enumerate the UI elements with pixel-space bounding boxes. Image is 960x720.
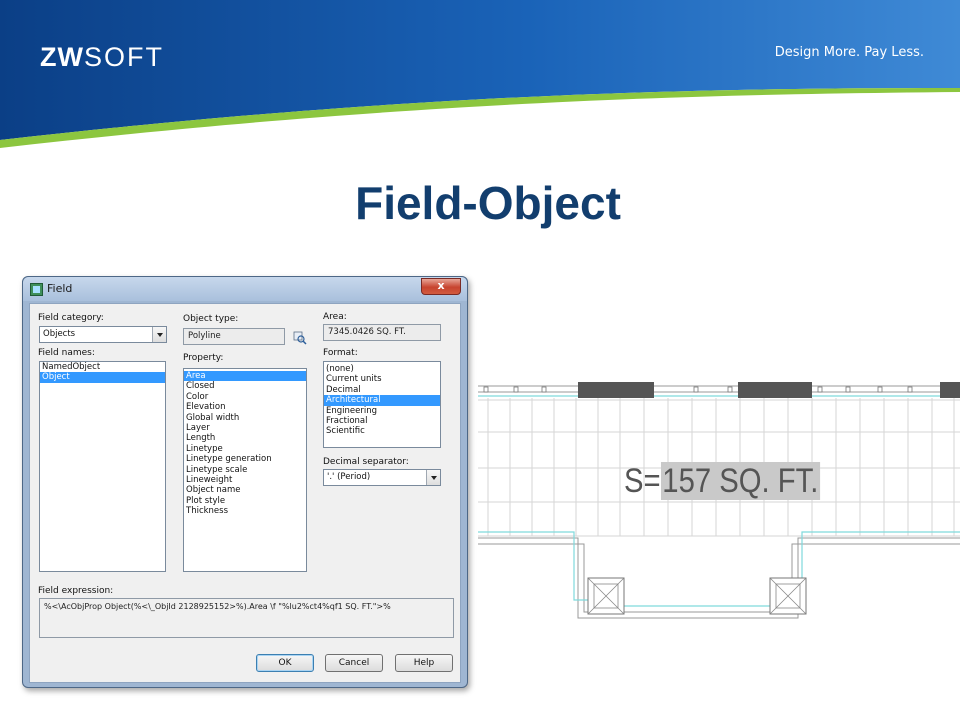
field-category-value: Objects bbox=[43, 329, 76, 339]
header-banner: ZWSOFT Design More. Pay Less. bbox=[0, 0, 960, 150]
decimal-separator-select[interactable]: '.' (Period) bbox=[323, 469, 441, 486]
format-item[interactable]: Current units bbox=[324, 374, 440, 384]
property-item[interactable]: Plot style bbox=[184, 496, 306, 506]
area-field: 7345.0426 SQ. FT. bbox=[323, 324, 441, 341]
cad-drawing: S=157 SQ. FT. bbox=[478, 370, 960, 630]
decimal-separator-value: '.' (Period) bbox=[327, 472, 371, 482]
property-item[interactable]: Length bbox=[184, 433, 306, 443]
object-type-field: Polyline bbox=[183, 328, 285, 345]
chevron-down-icon[interactable] bbox=[426, 470, 440, 485]
decimal-separator-label: Decimal separator: bbox=[323, 457, 409, 467]
property-item[interactable]: Linetype generation bbox=[184, 454, 306, 464]
cancel-button[interactable]: Cancel bbox=[325, 654, 383, 672]
format-list[interactable]: (none) Current units Decimal Architectur… bbox=[323, 361, 441, 448]
dialog-client-area: Field category: Objects Field names: Nam… bbox=[29, 303, 461, 683]
slide-title: Field-Object bbox=[355, 177, 621, 229]
logo-main-text: ZW bbox=[40, 42, 84, 72]
property-item[interactable]: Linetype bbox=[184, 444, 306, 454]
format-item[interactable]: Scientific bbox=[324, 426, 440, 436]
field-dialog: Field x Field category: Objects Field na… bbox=[22, 276, 468, 688]
tagline: Design More. Pay Less. bbox=[774, 45, 924, 60]
field-category-select[interactable]: Objects bbox=[39, 326, 167, 343]
dialog-titlebar[interactable]: Field x bbox=[23, 277, 467, 301]
object-type-label: Object type: bbox=[183, 314, 239, 324]
property-item[interactable]: Thickness bbox=[184, 506, 306, 516]
format-label: Format: bbox=[323, 348, 358, 358]
banner-swoosh bbox=[0, 0, 960, 148]
property-item[interactable]: Object name bbox=[184, 485, 306, 495]
zwsoft-logo: ZWSOFT bbox=[40, 42, 164, 73]
logo-suffix-text: SOFT bbox=[83, 42, 164, 72]
property-label: Property: bbox=[183, 353, 224, 363]
property-item[interactable]: Global width bbox=[184, 413, 306, 423]
chevron-down-icon[interactable] bbox=[152, 327, 166, 342]
help-button[interactable]: Help bbox=[395, 654, 453, 672]
property-item[interactable]: Elevation bbox=[184, 402, 306, 412]
property-item[interactable]: Layer bbox=[184, 423, 306, 433]
area-label: Area: bbox=[323, 312, 347, 322]
close-icon: x bbox=[437, 279, 445, 292]
field-expression-value: %<\AcObjProp Object(%<\_ObjId 2128925152… bbox=[44, 602, 391, 611]
format-item[interactable]: Decimal bbox=[324, 385, 440, 395]
format-item[interactable]: Engineering bbox=[324, 406, 440, 416]
field-name-item[interactable]: NamedObject bbox=[40, 362, 165, 372]
property-item[interactable]: Linetype scale bbox=[184, 465, 306, 475]
dialog-title: Field bbox=[47, 282, 73, 295]
close-button[interactable]: x bbox=[421, 278, 461, 295]
field-app-icon bbox=[30, 283, 43, 296]
area-field-prefix: S= bbox=[624, 462, 661, 500]
select-object-icon[interactable] bbox=[293, 331, 307, 345]
ok-button[interactable]: OK bbox=[256, 654, 314, 672]
object-type-value: Polyline bbox=[188, 331, 221, 341]
format-item[interactable]: Fractional bbox=[324, 416, 440, 426]
property-item-selected[interactable]: Area bbox=[184, 371, 306, 382]
field-category-label: Field category: bbox=[38, 313, 104, 323]
format-item[interactable]: (none) bbox=[324, 364, 440, 374]
area-value: 7345.0426 SQ. FT. bbox=[328, 327, 406, 337]
field-expression-box[interactable]: %<\AcObjProp Object(%<\_ObjId 2128925152… bbox=[39, 598, 454, 638]
format-item-selected[interactable]: Architectural bbox=[324, 395, 440, 406]
field-names-list[interactable]: NamedObject Object bbox=[39, 361, 166, 572]
field-name-item-selected[interactable]: Object bbox=[40, 372, 165, 383]
property-item[interactable]: Closed bbox=[184, 381, 306, 391]
property-item[interactable]: Lineweight bbox=[184, 475, 306, 485]
area-field-text[interactable]: S=157 SQ. FT. bbox=[624, 462, 821, 501]
property-list[interactable]: Area Closed Color Elevation Global width… bbox=[183, 368, 307, 572]
property-item[interactable]: Color bbox=[184, 392, 306, 402]
area-field-value: 157 SQ. FT. bbox=[660, 462, 821, 500]
field-expression-label: Field expression: bbox=[38, 586, 114, 596]
field-names-label: Field names: bbox=[38, 348, 95, 358]
